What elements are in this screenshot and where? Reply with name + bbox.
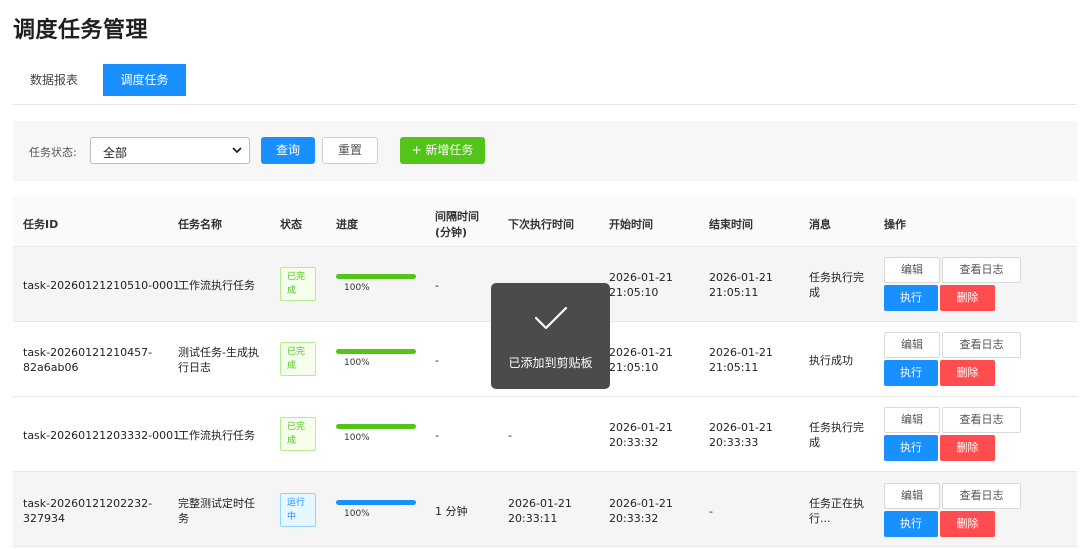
page-title: 调度任务管理 (13, 18, 149, 43)
end-time: 20:33:33 (709, 436, 759, 449)
delete-button[interactable]: 删除 (940, 285, 995, 311)
task-name: 工作流执行任务 (178, 429, 255, 442)
progress-text: 100% (344, 509, 370, 519)
progress-bar (336, 424, 416, 429)
copied-toast: 已添加到剪贴板 (491, 283, 610, 389)
add-task-button[interactable]: + 新增任务 (400, 137, 485, 164)
view-log-button[interactable]: 查看日志 (942, 407, 1021, 433)
task-name-line2: 行日志 (178, 361, 211, 374)
end-date: 2026-01-21 (709, 421, 773, 434)
message-line1: 执行成功 (809, 354, 853, 367)
start-date: 2026-01-21 (609, 497, 673, 510)
execute-button[interactable]: 执行 (884, 360, 938, 386)
delete-button[interactable]: 删除 (940, 435, 995, 461)
view-log-button[interactable]: 查看日志 (942, 483, 1021, 509)
header-task-name: 任务名称 (178, 218, 222, 231)
progress-bar (336, 274, 416, 279)
start-time: 21:05:10 (609, 361, 659, 374)
status-badge: 已完 成 (280, 417, 316, 451)
status-select[interactable]: 全部 (90, 137, 250, 164)
task-id-line1: task-20260121202232- (23, 497, 153, 510)
progress-text: 100% (344, 283, 370, 293)
edit-button[interactable]: 编辑 (884, 483, 940, 509)
chevron-down-icon (232, 147, 242, 154)
status-badge: 已完 成 (280, 342, 316, 376)
progress-bar (336, 349, 416, 354)
task-id-line1: task-20260121210457- (23, 346, 153, 359)
reset-button[interactable]: 重置 (322, 137, 378, 164)
header-progress: 进度 (336, 218, 358, 231)
header-start-time: 开始时间 (609, 218, 653, 231)
status-select-value: 全部 (103, 146, 128, 160)
execute-button[interactable]: 执行 (884, 435, 938, 461)
message-line2: 成 (809, 436, 820, 449)
header-task-id: 任务ID (23, 218, 59, 231)
view-log-button[interactable]: 查看日志 (942, 332, 1021, 358)
tab-data-report[interactable]: 数据报表 (13, 64, 95, 96)
task-id-line2: 82a6ab06 (23, 361, 79, 374)
interval: - (435, 354, 439, 367)
edit-button[interactable]: 编辑 (884, 332, 940, 358)
task-name-line1: 完整测试定时任 (178, 497, 255, 510)
header-interval-line1: 间隔时间 (435, 210, 479, 223)
delete-button[interactable]: 删除 (940, 360, 995, 386)
next-run-date: 2026-01-21 (508, 497, 572, 510)
message-line2: 成 (809, 286, 820, 299)
interval: 1 分钟 (435, 505, 468, 518)
execute-button[interactable]: 执行 (884, 285, 938, 311)
progress-bar (336, 500, 416, 505)
end-time: 21:05:11 (709, 361, 759, 374)
start-date: 2026-01-21 (609, 271, 673, 284)
header-next-run: 下次执行时间 (508, 218, 574, 231)
end-date: 2026-01-21 (709, 271, 773, 284)
end-date: - (709, 505, 713, 518)
start-date: 2026-01-21 (609, 346, 673, 359)
status-filter-label: 任务状态: (29, 146, 77, 159)
toast-message: 已添加到剪贴板 (508, 356, 593, 370)
task-id-line2: 327934 (23, 512, 65, 525)
end-date: 2026-01-21 (709, 346, 773, 359)
tab-scheduled-tasks[interactable]: 调度任务 (103, 64, 186, 96)
header-message: 消息 (809, 218, 831, 231)
view-log-button[interactable]: 查看日志 (942, 257, 1021, 283)
start-time: 20:33:32 (609, 436, 659, 449)
interval: - (435, 429, 439, 442)
message-line1: 任务执行完 (809, 421, 864, 434)
checkmark-icon (534, 306, 568, 330)
status-badge: 运行 中 (280, 493, 316, 527)
tab-bar: 数据报表 调度任务 (13, 63, 1077, 105)
start-time: 21:05:10 (609, 286, 659, 299)
header-interval-line2: (分钟) (435, 226, 468, 239)
start-date: 2026-01-21 (609, 421, 673, 434)
task-name-line2: 务 (178, 512, 189, 525)
edit-button[interactable]: 编辑 (884, 407, 940, 433)
progress-text: 100% (344, 358, 370, 368)
header-actions: 操作 (884, 218, 906, 231)
status-badge: 已完 成 (280, 267, 316, 301)
next-run-time: 20:33:11 (508, 512, 558, 525)
message-line2: 行... (809, 512, 831, 525)
message-line1: 任务正在执 (809, 497, 864, 510)
task-name-line1: 测试任务-生成执 (178, 346, 259, 359)
header-status: 状态 (280, 218, 302, 231)
task-name: 工作流执行任务 (178, 279, 255, 292)
end-time: 21:05:11 (709, 286, 759, 299)
progress-text: 100% (344, 433, 370, 443)
next-run: - (508, 429, 512, 442)
edit-button[interactable]: 编辑 (884, 257, 940, 283)
start-time: 20:33:32 (609, 512, 659, 525)
delete-button[interactable]: 删除 (940, 511, 995, 537)
task-id: task-20260121210510-0001 (23, 279, 181, 292)
message-line1: 任务执行完 (809, 271, 864, 284)
execute-button[interactable]: 执行 (884, 511, 938, 537)
task-id: task-20260121203332-0001 (23, 429, 181, 442)
table-row: task-20260121202232- 327934 完整测试定时任 务 运行… (13, 472, 1077, 547)
table-header: 任务ID 任务名称 状态 进度 间隔时间 (分钟) 下次执行时间 开始时间 结束… (13, 197, 1077, 247)
filter-bar: 任务状态: 全部 查询 重置 + 新增任务 (13, 121, 1077, 181)
interval: - (435, 279, 439, 292)
table-row: task-20260121203332-0001 工作流执行任务 已完 成 10… (13, 397, 1077, 472)
query-button[interactable]: 查询 (261, 137, 315, 164)
header-end-time: 结束时间 (709, 218, 753, 231)
